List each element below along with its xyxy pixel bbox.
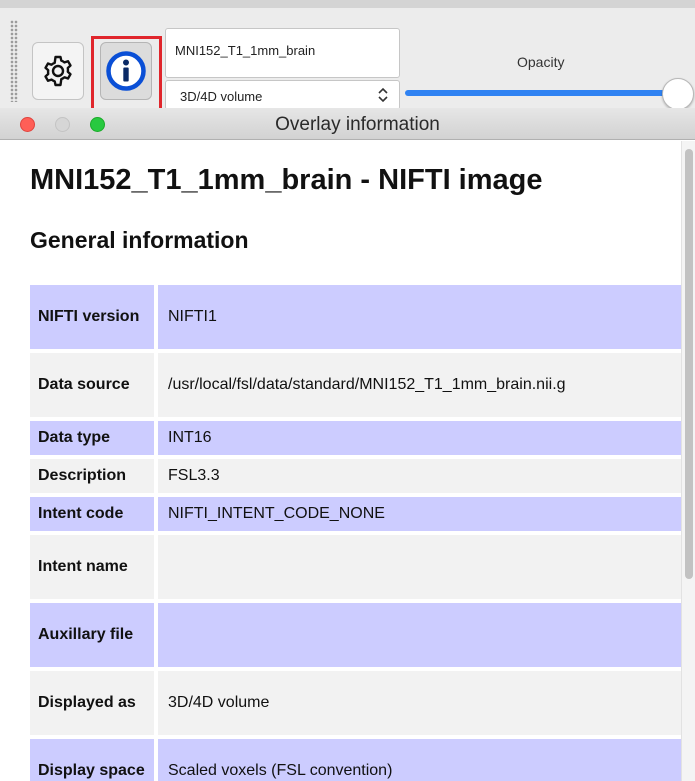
row-value: INT16: [158, 421, 690, 455]
overlay-name-text: MNI152_T1_1mm_brain: [175, 43, 316, 58]
row-value: [158, 603, 690, 667]
scrollbar-thumb[interactable]: [685, 149, 693, 579]
row-key: Data type: [30, 421, 158, 455]
table-row: Displayed as 3D/4D volume: [30, 671, 690, 735]
content-scrollbar[interactable]: [681, 141, 695, 781]
row-value: FSL3.3: [158, 459, 690, 493]
row-key: Auxillary file: [30, 603, 158, 667]
gear-icon: [44, 55, 72, 87]
row-key: Data source: [30, 353, 158, 417]
overlay-toolbar: MNI152_T1_1mm_brain 3D/4D volume Opacity: [0, 0, 695, 116]
info-icon: [106, 51, 146, 91]
overlay-type-select[interactable]: 3D/4D volume: [165, 80, 400, 110]
row-key: NIFTI version: [30, 285, 158, 349]
table-row: Intent name: [30, 535, 690, 599]
table-row: Display space Scaled voxels (FSL convent…: [30, 739, 690, 781]
table-row: Intent code NIFTI_INTENT_CODE_NONE: [30, 497, 690, 531]
opacity-slider-knob[interactable]: [662, 78, 694, 110]
overlay-info-content: MNI152_T1_1mm_brain - NIFTI image Genera…: [0, 141, 695, 781]
row-value: NIFTI1: [158, 285, 690, 349]
row-value: /usr/local/fsl/data/standard/MNI152_T1_1…: [158, 353, 690, 417]
row-key: Displayed as: [30, 671, 158, 735]
window-titlebar[interactable]: Overlay information: [0, 108, 695, 140]
row-value: 3D/4D volume: [158, 671, 690, 735]
row-key: Intent name: [30, 535, 158, 599]
row-value: NIFTI_INTENT_CODE_NONE: [158, 497, 690, 531]
up-down-chevron-icon: [378, 87, 388, 103]
overlay-info-button[interactable]: [100, 42, 152, 100]
opacity-slider-track[interactable]: [405, 90, 677, 96]
overlay-name-field[interactable]: MNI152_T1_1mm_brain: [165, 28, 400, 78]
row-value: [158, 535, 690, 599]
page-title: MNI152_T1_1mm_brain - NIFTI image: [30, 164, 543, 196]
window-title: Overlay information: [275, 114, 440, 135]
settings-button[interactable]: [32, 42, 84, 100]
overlay-type-text: 3D/4D volume: [180, 89, 263, 104]
general-info-table: NIFTI version NIFTI1 Data source /usr/lo…: [30, 281, 690, 781]
table-row: NIFTI version NIFTI1: [30, 285, 690, 349]
section-title-general: General information: [30, 227, 249, 253]
toolbar-grip-handle[interactable]: [10, 20, 18, 102]
row-key: Description: [30, 459, 158, 493]
opacity-label: Opacity: [517, 54, 565, 70]
row-key: Intent code: [30, 497, 158, 531]
table-row: Data source /usr/local/fsl/data/standard…: [30, 353, 690, 417]
table-row: Description FSL3.3: [30, 459, 690, 493]
table-row: Auxillary file: [30, 603, 690, 667]
table-row: Data type INT16: [30, 421, 690, 455]
row-key: Display space: [30, 739, 158, 781]
row-value: Scaled voxels (FSL convention): [158, 739, 690, 781]
